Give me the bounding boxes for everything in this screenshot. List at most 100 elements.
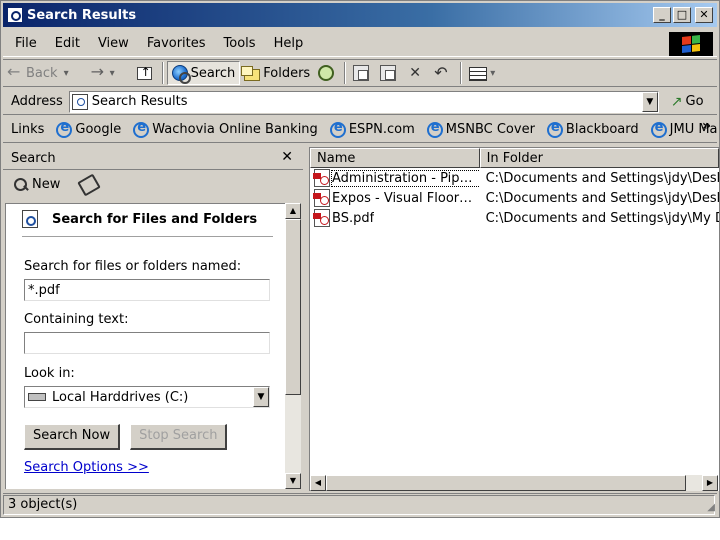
result-row[interactable]: BS.pdf C:\Documents and Settings\jdy\My … [310, 208, 719, 228]
link-label: ESPN.com [348, 122, 415, 137]
result-name: Administration - Pipelin... [331, 169, 480, 187]
search-buttons: Search Now Stop Search [24, 424, 285, 450]
folders-button[interactable]: Folders [240, 61, 314, 85]
stop-search-button[interactable]: Stop Search [130, 424, 228, 450]
link-espn[interactable]: ESPN.com [324, 120, 421, 138]
close-button[interactable]: ✕ [695, 7, 713, 23]
address-value: Search Results [91, 94, 188, 109]
maximize-button[interactable]: □ [673, 7, 691, 23]
menu-help[interactable]: Help [265, 36, 313, 51]
search-window-icon[interactable] [7, 7, 23, 23]
ie-page-icon [56, 120, 73, 138]
scroll-up-button[interactable]: ▲ [285, 203, 301, 219]
history-button[interactable] [314, 61, 341, 85]
ie-page-icon [546, 120, 563, 138]
link-wachovia[interactable]: Wachovia Online Banking [127, 120, 324, 138]
minimize-button[interactable]: _ [653, 7, 671, 23]
scroll-right-button[interactable]: ▶ [702, 475, 718, 491]
undo-icon [434, 65, 450, 81]
delete-button[interactable] [403, 61, 430, 85]
links-bar: Links Google Wachovia Online Banking ESP… [3, 117, 717, 143]
go-label: Go [685, 94, 704, 109]
link-label: MSNBC Cover [445, 122, 535, 137]
ie-page-icon [133, 120, 150, 138]
up-button[interactable] [133, 61, 159, 85]
result-folder: C:\Documents and Settings\jdy\Desktop [485, 190, 719, 206]
views-button[interactable] [465, 61, 513, 85]
address-input[interactable]: Search Results ▼ [68, 90, 659, 113]
search-pane-scrollbar[interactable]: ▲ ▼ [285, 203, 301, 489]
results-horizontal-scrollbar[interactable]: ◀ ▶ [310, 475, 718, 491]
result-name-cell: BS.pdf [310, 209, 480, 227]
address-bar: Address Search Results ▼ Go [3, 89, 717, 115]
links-label: Links [11, 122, 45, 137]
search-globe-icon [171, 65, 191, 84]
move-to-button[interactable] [349, 61, 376, 85]
search-form-title: Search for Files and Folders [52, 211, 258, 227]
go-button[interactable]: Go [671, 94, 704, 110]
new-search-button[interactable]: New [13, 177, 60, 193]
links-overflow-chevron-icon[interactable]: » [702, 118, 711, 134]
result-row[interactable]: Administration - Pipelin... C:\Documents… [310, 168, 719, 188]
filename-input[interactable] [24, 279, 270, 301]
address-label: Address [11, 94, 63, 109]
search-results-icon [71, 93, 88, 110]
chevron-down-icon[interactable] [64, 65, 80, 81]
search-pane-toolbar: New [3, 169, 303, 199]
look-in-dropdown-button[interactable]: ▼ [253, 387, 269, 407]
menu-edit[interactable]: Edit [46, 36, 89, 51]
link-google[interactable]: Google [50, 120, 127, 138]
toolbar-separator [344, 62, 347, 84]
go-arrow-icon [671, 94, 686, 110]
scroll-thumb[interactable] [326, 475, 686, 491]
folders-icon [241, 66, 261, 81]
search-now-button[interactable]: Search Now [24, 424, 121, 450]
search-options-link[interactable]: Search Options >> [24, 460, 285, 475]
window-controls: _ □ ✕ [653, 7, 713, 23]
up-folder-icon [136, 65, 152, 80]
divider [22, 236, 273, 237]
menu-file[interactable]: File [3, 36, 46, 51]
close-search-pane-button[interactable]: ✕ [281, 149, 293, 165]
menu-bar: File Edit View Favorites Tools Help [3, 31, 717, 57]
result-name: Expos - Visual Floorpla... [332, 190, 480, 206]
scroll-thumb[interactable] [285, 219, 301, 395]
chevron-down-icon[interactable] [110, 65, 126, 81]
named-label: Search for files or folders named: [24, 259, 242, 274]
back-arrow-icon [7, 64, 23, 81]
ie-page-icon [650, 120, 667, 138]
forward-button[interactable] [87, 61, 133, 85]
scroll-left-button[interactable]: ◀ [310, 475, 326, 491]
search-pane-header: Search ✕ [3, 147, 303, 169]
column-header-in-folder[interactable]: In Folder [479, 148, 719, 168]
link-blackboard[interactable]: Blackboard [541, 120, 645, 138]
windows-logo-icon [669, 32, 713, 56]
chevron-down-icon[interactable] [490, 65, 506, 81]
undo-button[interactable] [430, 61, 457, 85]
copy-to-button[interactable] [376, 61, 403, 85]
hard-drive-icon [28, 393, 46, 401]
search-button[interactable]: Search [166, 61, 241, 85]
search-form-title-row: Search for Files and Folders [22, 210, 285, 228]
scroll-down-button[interactable]: ▼ [285, 473, 301, 489]
address-dropdown-button[interactable]: ▼ [641, 91, 658, 112]
search-settings-icon[interactable] [77, 173, 102, 196]
column-header-name[interactable]: Name [310, 148, 480, 168]
search-label: Search [190, 65, 236, 81]
search-pane-title: Search [11, 150, 56, 166]
status-bar: 3 object(s) ◢ [3, 493, 717, 515]
look-in-select[interactable]: Local Harddrives (C:) ▼ [24, 386, 270, 408]
back-button[interactable]: Back [3, 61, 87, 85]
title-bar[interactable]: Search Results _ □ ✕ [3, 3, 717, 27]
result-name-cell: Administration - Pipelin... [310, 169, 480, 187]
menu-favorites[interactable]: Favorites [138, 36, 215, 51]
link-msnbc[interactable]: MSNBC Cover [421, 120, 541, 138]
resize-grip-icon[interactable]: ◢ [707, 502, 715, 513]
containing-text-input[interactable] [24, 332, 270, 354]
new-search-icon [13, 177, 29, 193]
views-icon [469, 67, 488, 81]
result-row[interactable]: Expos - Visual Floorpla... C:\Documents … [310, 188, 719, 208]
menu-view[interactable]: View [89, 36, 138, 51]
ie-page-icon [426, 120, 443, 138]
menu-tools[interactable]: Tools [215, 36, 265, 51]
